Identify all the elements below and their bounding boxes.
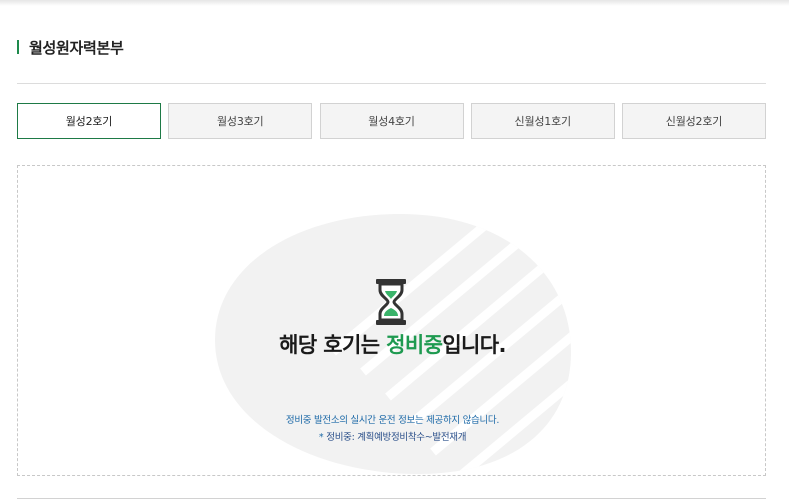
- maintenance-note: 정비중 발전소의 실시간 운전 정보는 제공하지 않습니다.: [285, 415, 500, 426]
- top-shadow: [0, 0, 789, 6]
- maintenance-status-panel: 해당 호기는 정비중입니다. 정비중 발전소의 실시간 운전 정보는 제공하지 …: [17, 165, 766, 476]
- headline-suffix: 입니다.: [442, 333, 506, 357]
- tab-wolsong-2[interactable]: 월성2호기: [17, 103, 161, 139]
- tab-wolsong-4[interactable]: 월성4호기: [319, 103, 464, 139]
- tab-shin-wolsong-2[interactable]: 신월성2호기: [622, 103, 766, 139]
- note-star: *: [318, 432, 324, 443]
- headline-highlight: 정비중: [386, 333, 443, 357]
- tab-wolsong-3[interactable]: 월성3호기: [168, 103, 313, 139]
- maintenance-headline: 해당 호기는 정비중입니다.: [18, 330, 765, 360]
- headline-prefix: 해당 호기는: [279, 333, 387, 357]
- title-divider: [17, 83, 766, 84]
- section-title: 월성원자력본부: [17, 38, 124, 57]
- tab-shin-wolsong-1[interactable]: 신월성1호기: [470, 103, 615, 139]
- maintenance-definition-text: 정비중: 계획예방정비착수~발전재개: [326, 432, 467, 443]
- unit-tabs: 월성2호기 월성3호기 월성4호기 신월성1호기 신월성2호기: [17, 103, 766, 139]
- next-section-border: [17, 498, 766, 499]
- maintenance-definition: * 정비중: 계획예방정비착수~발전재개: [18, 429, 765, 443]
- hourglass-icon: [376, 279, 406, 325]
- title-accent-bar: [17, 40, 19, 54]
- page-title: 월성원자력본부: [29, 38, 124, 57]
